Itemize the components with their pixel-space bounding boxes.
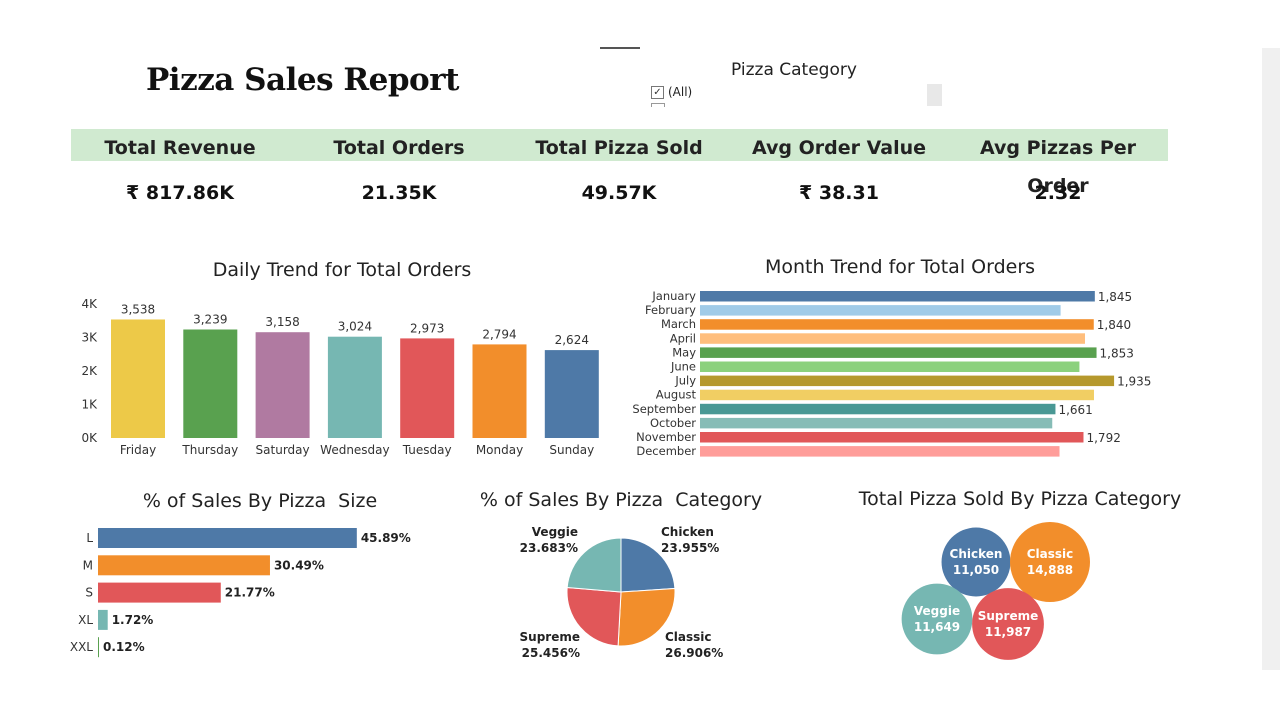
daily-category-label: Friday [120,443,156,457]
daily-ytick-label: 3K [81,331,98,345]
bubble-category-label: Classic [1027,547,1074,561]
bubble-value-label: 11,649 [914,620,960,634]
daily-bar [255,332,310,438]
bubble-value-label: 11,050 [953,563,999,577]
month-category-label: October [650,416,696,430]
month-bar [700,417,1053,429]
daily-bar [400,338,455,438]
size-value-label: 30.49% [274,558,324,572]
daily-ytick-label: 2K [81,364,98,378]
pie-value-label: 25.456% [522,646,580,660]
month-category-label: April [670,331,696,345]
month-category-label: November [636,430,696,444]
month-value-label: 1,845 [1098,290,1132,304]
charts-canvas: 0K 1K 2K 3K 4K 3,538 Friday 3,239 Thursday 3,158 S… [70,289,1152,660]
month-category-label: May [672,345,696,359]
size-bar [98,637,99,658]
month-bar [700,361,1080,372]
daily-category-label: Thursday [181,443,238,457]
daily-value-label: 3,158 [265,315,299,329]
bubble [941,527,1011,597]
size-category-label: M [83,558,93,572]
daily-ytick-label: 1K [81,398,98,412]
month-bar [700,347,1097,358]
daily-value-label: 2,973 [410,321,444,335]
daily-category-label: Tuesday [402,443,452,457]
month-value-label: 1,935 [1117,375,1151,389]
month-bar [700,375,1115,387]
bubble-value-label: 14,888 [1027,563,1073,577]
daily-value-label: 2,624 [555,333,589,347]
size-bar [98,555,270,576]
size-bar [98,582,221,603]
bubble [901,583,973,655]
pie-value-label: 23.683% [520,541,578,555]
size-value-label: 1.72% [112,613,154,627]
size-bar [98,528,357,548]
size-value-label: 21.77% [225,586,275,600]
pie-category-label: Chicken [661,525,714,539]
month-bar [700,291,1095,302]
month-category-label: September [632,402,696,416]
size-category-label: XXL [70,640,93,654]
month-value-label: 1,853 [1100,346,1134,360]
size-value-label: 0.12% [103,640,145,654]
daily-value-label: 2,794 [482,327,516,341]
month-value-label: 1,792 [1086,431,1120,445]
month-category-label: December [636,444,696,458]
pie-value-label: 23.955% [661,541,719,555]
bubble-category-label: Chicken [950,547,1003,561]
daily-bar [183,329,238,438]
pie-value-label: 26.906% [665,646,723,660]
daily-category-label: Monday [476,443,523,457]
month-bar [700,432,1084,443]
month-category-label: January [651,289,696,303]
month-category-label: February [645,303,696,317]
month-bar [700,389,1094,401]
month-bar [700,333,1085,344]
bubble-category-label: Veggie [914,604,960,618]
bubble [972,588,1044,660]
month-category-label: March [661,317,696,331]
bubble-category-label: Supreme [978,609,1038,623]
daily-bar [544,350,599,438]
daily-ytick-label: 0K [81,431,98,445]
daily-value-label: 3,024 [338,320,372,334]
month-bar [700,305,1061,316]
daily-value-label: 3,239 [193,312,227,326]
size-category-label: S [85,586,93,600]
month-bar [700,319,1094,330]
size-category-label: L [86,531,93,545]
month-value-label: 1,661 [1058,403,1092,417]
pie-category-label: Supreme [520,630,580,644]
size-bar [98,609,108,630]
pie-category-label: Classic [665,630,712,644]
month-value-label: 1,840 [1097,318,1131,332]
daily-category-label: Saturday [256,443,310,457]
size-category-label: XL [78,613,93,627]
bubble [1010,522,1090,602]
month-bar [700,403,1056,415]
month-category-label: June [670,360,696,374]
pie-category-label: Veggie [532,525,578,539]
daily-bar [327,336,382,438]
daily-ytick-label: 4K [81,297,98,311]
daily-category-label: Wednesday [320,443,389,457]
size-value-label: 45.89% [361,531,411,545]
month-category-label: July [674,374,696,388]
daily-category-label: Sunday [549,443,594,457]
daily-bar [472,344,527,438]
daily-bar [111,319,165,438]
month-bar [700,446,1060,457]
daily-value-label: 3,538 [121,302,155,316]
month-category-label: August [656,388,697,402]
bubble-value-label: 11,987 [985,625,1031,639]
